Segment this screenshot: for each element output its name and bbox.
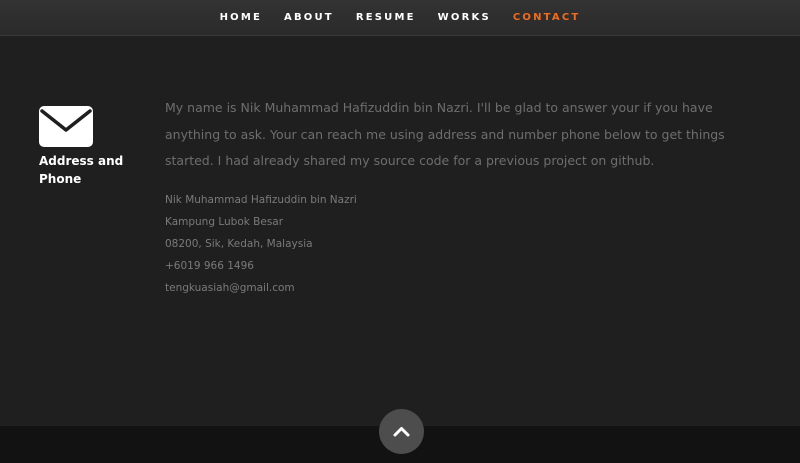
nav-item-contact[interactable]: CONTACT — [513, 0, 581, 35]
contact-message-line2: anything to ask. Your can reach me using… — [165, 126, 725, 142]
nav-menu: HOME ABOUT RESUME WORKS CONTACT — [0, 0, 800, 35]
back-to-top-button[interactable] — [379, 409, 424, 454]
address-phone: +6019 966 1496 — [165, 259, 254, 272]
contact-message: My name is Nik Muhammad Hafizuddin bin N… — [165, 95, 725, 175]
envelope-icon — [39, 106, 93, 147]
address-city: 08200, Sik, Kedah, Malaysia — [165, 237, 313, 250]
address-block: Nik Muhammad Hafizuddin bin Nazri Kampun… — [165, 189, 725, 299]
top-navigation: HOME ABOUT RESUME WORKS CONTACT — [0, 0, 800, 36]
chevron-up-icon — [393, 427, 410, 437]
address-email: tengkuasiah@gmail.com — [165, 281, 295, 294]
nav-item-about[interactable]: ABOUT — [284, 0, 334, 35]
address-name: Nik Muhammad Hafizuddin bin Nazri — [165, 193, 357, 206]
nav-item-resume[interactable]: RESUME — [356, 0, 416, 35]
contact-heading-line1: Address and — [39, 154, 124, 168]
nav-item-home[interactable]: HOME — [220, 0, 262, 35]
contact-body: My name is Nik Muhammad Hafizuddin bin N… — [165, 95, 725, 299]
address-street: Kampung Lubok Besar — [165, 215, 284, 228]
contact-heading-line2: Phone — [39, 172, 82, 186]
contact-message-line1: My name is Nik Muhammad Hafizuddin bin N… — [165, 100, 713, 115]
contact-heading: Address and Phone — [39, 152, 149, 188]
page: HOME ABOUT RESUME WORKS CONTACT Address … — [0, 0, 800, 463]
contact-message-line3: started. I had already shared my source … — [165, 153, 655, 168]
nav-item-works[interactable]: WORKS — [438, 0, 491, 35]
